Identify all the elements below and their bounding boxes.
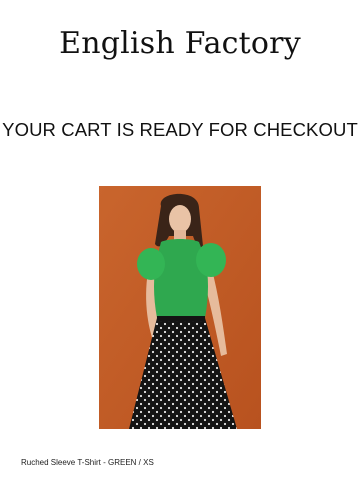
product-photo-illustration bbox=[99, 186, 261, 429]
product-title[interactable]: Ruched Sleeve T-Shirt - GREEN / XS bbox=[21, 458, 154, 467]
brand-logo[interactable]: English Factory bbox=[0, 26, 360, 61]
product-image[interactable] bbox=[99, 186, 261, 429]
cart-ready-headline: YOUR CART IS READY FOR CHECKOUT bbox=[2, 119, 358, 140]
